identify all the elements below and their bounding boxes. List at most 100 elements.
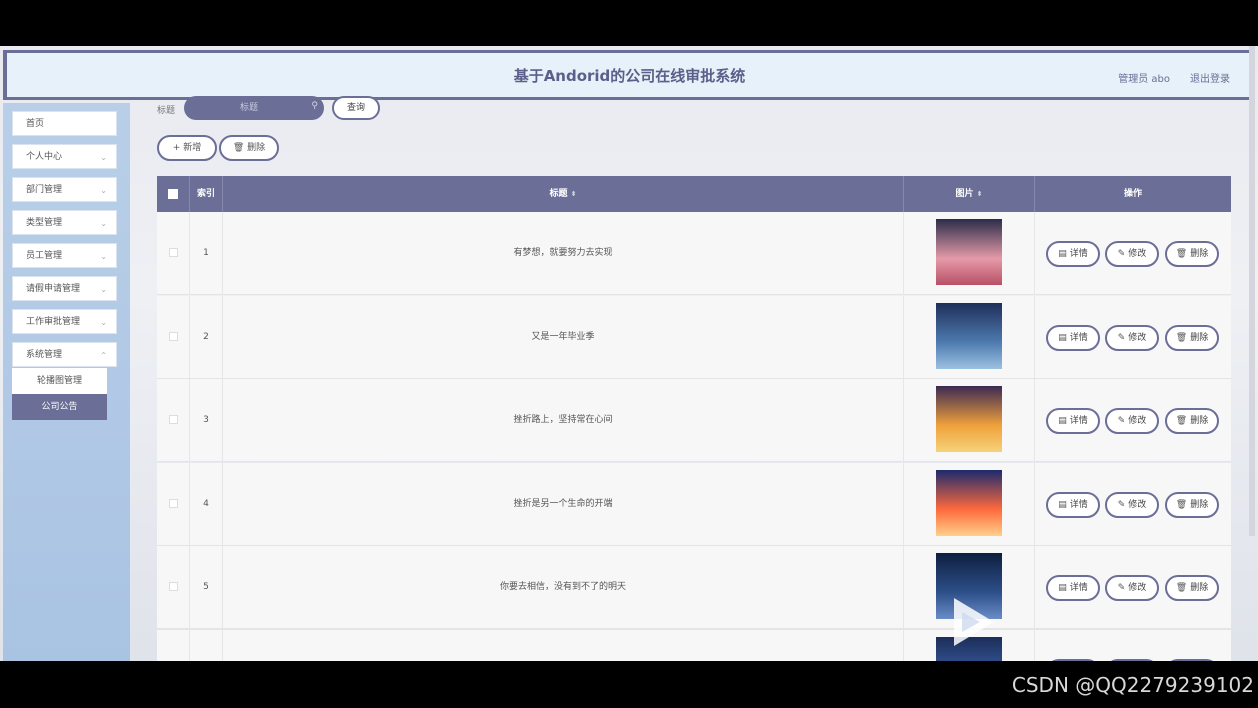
edit-button-label: 修改 [1128, 416, 1147, 426]
watermark-text: CSDN @QQ2279239102 [1011, 673, 1254, 697]
row-image-cell [904, 212, 1035, 295]
edit-button-label: 修改 [1128, 249, 1147, 259]
search-input[interactable] [194, 99, 304, 117]
play-icon [954, 598, 994, 646]
row-actions: ▤详情 ✎修改 🗑删除 [1035, 630, 1231, 661]
sidebar-item-employee[interactable]: 员工管理 ⌄ [12, 243, 117, 268]
detail-button[interactable]: ▤详情 [1046, 241, 1100, 267]
row-image-cell [904, 295, 1035, 379]
column-header-title[interactable]: 标题 ⬍ [223, 176, 904, 212]
edit-icon: ✎ [1117, 332, 1126, 343]
sidebar-item-type[interactable]: 类型管理 ⌄ [12, 210, 117, 235]
scrollbar[interactable] [1249, 46, 1255, 536]
edit-icon: ✎ [1117, 583, 1126, 593]
row-title: 有梦想，就要努力去实现 [223, 212, 904, 295]
detail-button-label: 详情 [1069, 249, 1088, 259]
row-checkbox[interactable] [168, 248, 178, 257]
document-icon: ▤ [1058, 332, 1067, 343]
sidebar-item-label: 工作审批管理 [26, 317, 81, 327]
submenu-item-announcement[interactable]: 公司公告 [12, 394, 107, 420]
row-select-cell [157, 212, 190, 295]
detail-button[interactable]: ▤详情 [1046, 575, 1100, 601]
row-checkbox[interactable] [168, 331, 178, 341]
current-user: 管理员 abo [1118, 74, 1170, 85]
sidebar-item-department[interactable]: 部门管理 ⌄ [12, 177, 117, 202]
edit-button[interactable]: ✎修改 [1105, 408, 1159, 434]
detail-button-label: 详情 [1069, 332, 1088, 343]
edit-button[interactable]: ✎修改 [1105, 324, 1159, 351]
delete-button[interactable]: 🗑删除 [1165, 408, 1219, 434]
document-icon: ▤ [1058, 499, 1067, 510]
detail-button-label: 详情 [1069, 583, 1088, 593]
table-row: 2 又是一年毕业季 ▤ 详情 ✎ 修改 🗑 删除 [157, 295, 1231, 379]
delete-button-label: 删除 [1190, 499, 1209, 510]
delete-button[interactable]: 🗑删除 [1165, 658, 1219, 661]
row-title: 挫折路上，坚持常在心间 [223, 379, 904, 462]
sidebar-item-home[interactable]: 首页 [12, 111, 117, 136]
edit-button[interactable]: ✎修改 [1105, 491, 1159, 518]
row-title: 挫折是另一个生命的开端 [223, 462, 904, 546]
detail-button[interactable]: ▤详情 [1046, 324, 1100, 351]
edit-button-label: 修改 [1128, 499, 1147, 510]
table-row: 1 有梦想，就要努力去实现 ▤ 详情 ✎ 修改 🗑 删除 [157, 212, 1231, 295]
table-row: 3 挫折路上，坚持常在心间 ▤ 详情 ✎ 修改 🗑 删除 [157, 379, 1231, 462]
row-thumbnail [936, 469, 1002, 536]
document-icon: ▤ [1058, 249, 1067, 259]
delete-button[interactable]: 🗑删除 [1165, 241, 1219, 267]
edit-button[interactable]: ✎修改 [1105, 241, 1159, 267]
chevron-down-icon: ⌄ [100, 219, 107, 228]
sidebar-item-leave[interactable]: 请假申请管理 ⌄ [12, 276, 117, 301]
document-icon: ▤ [1058, 416, 1067, 426]
delete-button-label: 删除 [1190, 416, 1209, 426]
sidebar-item-label: 系统管理 [26, 350, 63, 360]
trash-icon: 🗑 [1175, 249, 1188, 259]
row-checkbox[interactable] [168, 498, 178, 508]
detail-button[interactable]: ▤详情 [1046, 658, 1100, 661]
sidebar-item-label: 类型管理 [26, 218, 63, 228]
edit-button[interactable]: ✎修改 [1105, 658, 1159, 661]
row-index: 2 [190, 295, 223, 379]
bulk-delete-button[interactable]: 🗑 删除 [219, 135, 279, 161]
add-button[interactable]: + 新增 [157, 135, 217, 161]
row-select-cell [157, 629, 190, 661]
table-row: ▤详情 ✎修改 🗑删除 [157, 629, 1231, 661]
row-title [223, 629, 904, 661]
query-button[interactable]: 查询 [332, 96, 380, 120]
add-button-label: 新增 [183, 143, 202, 153]
submenu-item-carousel[interactable]: 轮播图管理 [12, 368, 107, 394]
search-box: ⚲ [184, 96, 324, 120]
sidebar-item-approval[interactable]: 工作审批管理 ⌄ [12, 309, 117, 334]
detail-button[interactable]: ▤详情 [1046, 491, 1100, 518]
row-thumbnail [936, 302, 1002, 369]
row-actions: ▤详情✎修改🗑删除 [1035, 296, 1231, 379]
logout-link[interactable]: 退出登录 [1190, 70, 1230, 85]
trash-icon: 🗑 [232, 143, 245, 153]
column-header-actions: 操作 [1123, 189, 1142, 199]
delete-button[interactable]: 🗑删除 [1165, 491, 1219, 518]
row-index: 1 [190, 212, 223, 295]
chevron-down-icon: ⌄ [100, 285, 107, 294]
column-header-image[interactable]: 图片 ⬍ [904, 176, 1035, 212]
delete-button-label: 删除 [1190, 249, 1209, 259]
edit-icon: ✎ [1117, 249, 1126, 259]
delete-button-label: 删除 [1190, 583, 1209, 593]
select-all-checkbox[interactable] [168, 188, 178, 199]
row-checkbox[interactable] [168, 582, 178, 591]
detail-button-label: 详情 [1069, 499, 1088, 510]
search-label: 标题 [157, 106, 176, 116]
edit-button-label: 修改 [1128, 583, 1147, 593]
sidebar-item-system[interactable]: 系统管理 ⌃ [12, 342, 117, 367]
sidebar-item-label: 个人中心 [26, 152, 63, 162]
row-checkbox[interactable] [168, 415, 178, 424]
select-all-cell [157, 176, 190, 212]
detail-button[interactable]: ▤详情 [1046, 408, 1100, 434]
delete-button[interactable]: 🗑删除 [1165, 324, 1219, 351]
row-actions: ▤详情✎修改🗑删除 [1035, 546, 1231, 629]
column-header-index: 索引 [190, 176, 223, 212]
bulk-delete-label: 删除 [247, 143, 266, 153]
sidebar-item-profile[interactable]: 个人中心 ⌄ [12, 144, 117, 169]
row-index: 3 [190, 379, 223, 462]
delete-button[interactable]: 🗑删除 [1165, 575, 1219, 601]
edit-button[interactable]: ✎修改 [1105, 575, 1159, 601]
sidebar-item-label: 首页 [26, 119, 45, 129]
